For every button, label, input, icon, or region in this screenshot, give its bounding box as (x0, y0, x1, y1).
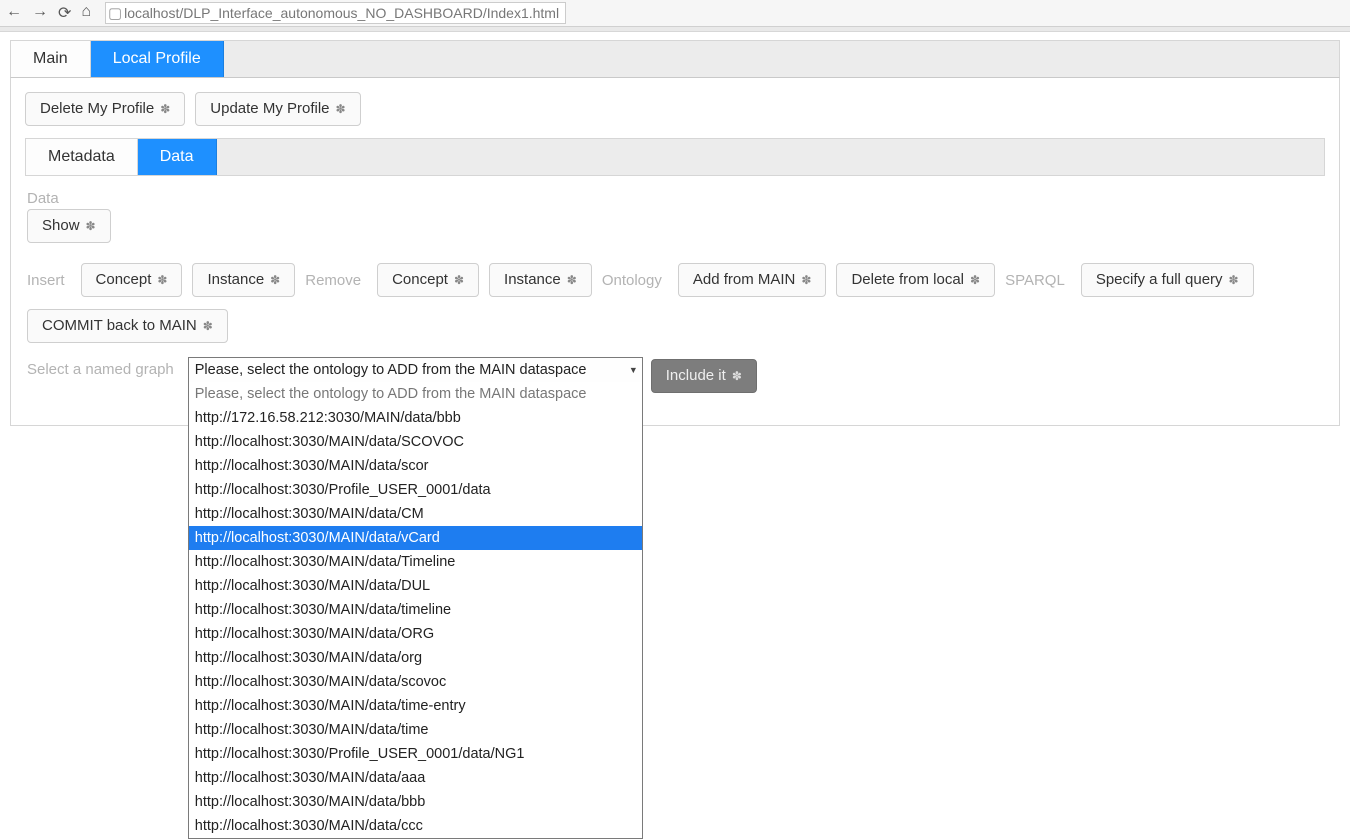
forward-icon[interactable]: → (32, 3, 48, 23)
ontology-option[interactable]: http://localhost:3030/MAIN/data/org (189, 646, 642, 670)
browser-toolbar: ← → ⟳ ⌂ ▢ localhost/DLP_Interface_autono… (0, 0, 1350, 27)
remove-instance-button[interactable]: Instance ✽ (489, 263, 592, 297)
insert-concept-button[interactable]: Concept ✽ (81, 263, 183, 297)
sparql-label: SPARQL (1005, 272, 1065, 289)
url-bar[interactable]: ▢ localhost/DLP_Interface_autonomous_NO_… (105, 2, 566, 24)
include-it-button[interactable]: Include it ✽ (651, 359, 757, 393)
ontology-option[interactable]: http://localhost:3030/MAIN/data/timeline (189, 598, 642, 622)
gear-icon: ✽ (160, 102, 170, 116)
ontology-option[interactable]: http://localhost:3030/Profile_USER_0001/… (189, 478, 642, 502)
ontology-option[interactable]: http://localhost:3030/MAIN/data/DUL (189, 574, 642, 598)
gear-icon: ✽ (454, 273, 464, 287)
gear-icon: ✽ (157, 273, 167, 287)
tab-main[interactable]: Main (11, 41, 91, 77)
ontology-option[interactable]: Please, select the ontology to ADD from … (189, 382, 642, 406)
remove-concept-button[interactable]: Concept ✽ (377, 263, 479, 297)
tab-local-profile[interactable]: Local Profile (91, 41, 224, 77)
gear-icon: ✽ (567, 273, 577, 287)
outer-tabbar: Main Local Profile (10, 40, 1340, 78)
ontology-option[interactable]: http://localhost:3030/MAIN/data/scovoc (189, 670, 642, 694)
ontology-option[interactable]: http://localhost:3030/MAIN/data/vCard (189, 526, 642, 550)
select-named-graph-label: Select a named graph (27, 361, 174, 378)
ontology-option[interactable]: http://localhost:3030/MAIN/data/ccc (189, 814, 642, 838)
chrome-separator (0, 27, 1350, 32)
ontology-option[interactable]: http://localhost:3030/MAIN/data/aaa (189, 766, 642, 790)
show-button[interactable]: Show ✽ (27, 209, 111, 243)
update-profile-button[interactable]: Update My Profile ✽ (195, 92, 360, 126)
url-text: localhost/DLP_Interface_autonomous_NO_DA… (124, 5, 565, 21)
chevron-down-icon: ▼ (629, 365, 638, 375)
ontology-option[interactable]: http://localhost:3030/MAIN/data/CM (189, 502, 642, 526)
ontology-select-dropdown[interactable]: Please, select the ontology to ADD from … (188, 382, 643, 839)
gear-icon: ✽ (203, 319, 213, 333)
reload-icon[interactable]: ⟳ (58, 3, 71, 23)
insert-label: Insert (27, 272, 65, 289)
gear-icon: ✽ (336, 102, 346, 116)
gear-icon: ✽ (86, 219, 96, 233)
delete-profile-button[interactable]: Delete My Profile ✽ (25, 92, 185, 126)
delete-from-local-button[interactable]: Delete from local ✽ (836, 263, 995, 297)
tab-metadata[interactable]: Metadata (26, 139, 138, 175)
data-label: Data (27, 190, 1317, 207)
back-icon[interactable]: ← (6, 3, 22, 23)
gear-icon: ✽ (801, 273, 811, 287)
remove-label: Remove (305, 272, 361, 289)
local-profile-panel: Delete My Profile ✽ Update My Profile ✽ … (10, 78, 1340, 426)
specify-query-button[interactable]: Specify a full query ✽ (1081, 263, 1254, 297)
ontology-option[interactable]: http://localhost:3030/Profile_USER_0001/… (189, 742, 642, 766)
ontology-select[interactable]: Please, select the ontology to ADD from … (188, 357, 643, 383)
ontology-option[interactable]: http://localhost:3030/MAIN/data/scor (189, 454, 642, 478)
ontology-option[interactable]: http://localhost:3030/MAIN/data/bbb (189, 790, 642, 814)
ontology-option[interactable]: http://localhost:3030/MAIN/data/time-ent… (189, 694, 642, 718)
page-icon: ▢ (106, 4, 124, 22)
data-section: Data Show ✽ Insert Concept ✽ Instance ✽ … (25, 176, 1325, 395)
inner-tabbar: Metadata Data (25, 138, 1325, 176)
delete-profile-label: Delete My Profile (40, 100, 154, 118)
ontology-option[interactable]: http://localhost:3030/MAIN/data/ORG (189, 622, 642, 646)
ontology-option[interactable]: http://172.16.58.212:3030/MAIN/data/bbb (189, 406, 642, 430)
insert-instance-button[interactable]: Instance ✽ (192, 263, 295, 297)
update-profile-label: Update My Profile (210, 100, 329, 118)
ontology-option[interactable]: http://localhost:3030/MAIN/data/SCOVOC (189, 430, 642, 454)
tab-data[interactable]: Data (138, 139, 217, 175)
gear-icon: ✽ (732, 369, 742, 383)
ontology-label: Ontology (602, 272, 662, 289)
add-from-main-button[interactable]: Add from MAIN ✽ (678, 263, 827, 297)
show-label: Show (42, 217, 80, 235)
ontology-option[interactable]: http://localhost:3030/MAIN/data/time (189, 718, 642, 742)
ontology-option[interactable]: http://localhost:3030/MAIN/data/Timeline (189, 550, 642, 574)
commit-button[interactable]: COMMIT back to MAIN ✽ (27, 309, 228, 343)
home-icon[interactable]: ⌂ (81, 3, 91, 23)
ontology-select-value: Please, select the ontology to ADD from … (195, 362, 587, 378)
gear-icon: ✽ (1229, 273, 1239, 287)
gear-icon: ✽ (270, 273, 280, 287)
gear-icon: ✽ (970, 273, 980, 287)
